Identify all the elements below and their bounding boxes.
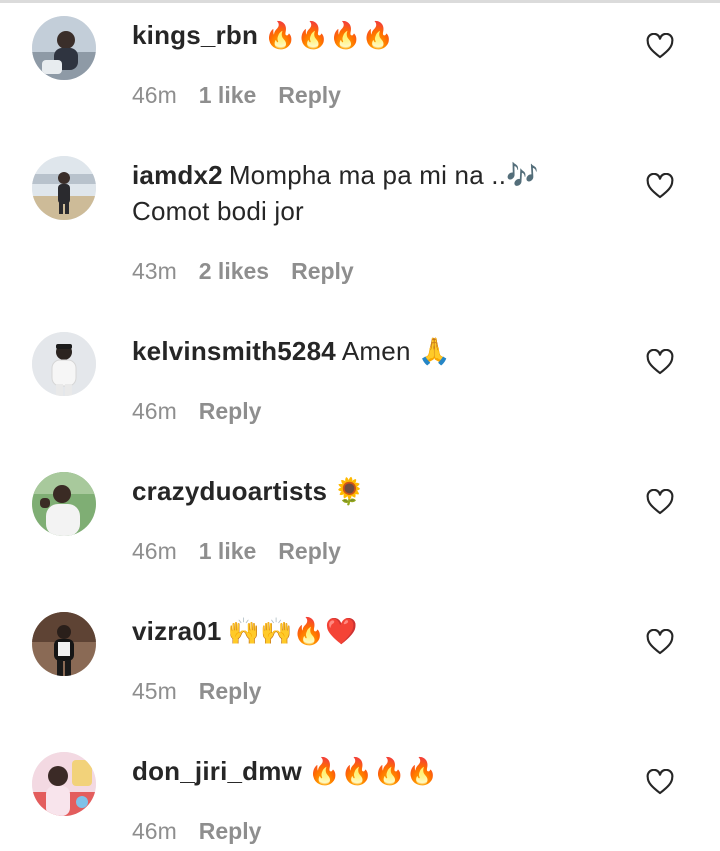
reply-button[interactable]: Reply xyxy=(278,82,341,108)
comment-body: vizra01 🙌🙌🔥❤️ xyxy=(132,613,582,650)
heart-outline-icon[interactable] xyxy=(646,628,674,655)
comment-body: iamdx2 Mompha ma pa mi na ..🎶 Comot bodi … xyxy=(132,157,582,229)
comment-time: 43m xyxy=(132,258,177,284)
comment-username[interactable]: kelvinsmith5284 xyxy=(132,336,336,366)
comment-username[interactable]: kings_rbn xyxy=(132,20,258,50)
heart-outline-icon[interactable] xyxy=(646,172,674,199)
comment-text: 🙌🙌🔥❤️ xyxy=(227,617,358,647)
avatar[interactable] xyxy=(32,752,96,816)
comment-username[interactable]: iamdx2 xyxy=(132,160,223,190)
comment-username[interactable]: vizra01 xyxy=(132,616,222,646)
avatar[interactable] xyxy=(32,156,96,220)
heart-outline-icon[interactable] xyxy=(646,32,674,59)
comment-time: 46m xyxy=(132,538,177,564)
reply-button[interactable]: Reply xyxy=(291,258,354,284)
comment-username[interactable]: crazyduoartists xyxy=(132,476,327,506)
comment-likes[interactable]: 1 like xyxy=(199,538,257,564)
comment-text: Amen 🙏 xyxy=(341,336,451,366)
reply-button[interactable]: Reply xyxy=(199,678,262,704)
reply-button[interactable]: Reply xyxy=(199,398,262,424)
reply-button[interactable]: Reply xyxy=(199,818,262,844)
comment-text-line2: Comot bodi jor xyxy=(132,196,304,226)
comment-username[interactable]: don_jiri_dmw xyxy=(132,756,302,786)
heart-outline-icon[interactable] xyxy=(646,488,674,515)
heart-outline-icon[interactable] xyxy=(646,768,674,795)
comment-body: don_jiri_dmw 🔥🔥🔥🔥 xyxy=(132,753,582,790)
comment-body: kings_rbn 🔥🔥🔥🔥 xyxy=(132,17,582,54)
comment-time: 45m xyxy=(132,678,177,704)
avatar[interactable] xyxy=(32,16,96,80)
avatar[interactable] xyxy=(32,332,96,396)
comment-meta: 46m Reply xyxy=(132,816,283,846)
comment-meta: 46m Reply xyxy=(132,396,283,426)
reply-button[interactable]: Reply xyxy=(278,538,341,564)
comment-text: 🔥🔥🔥🔥 xyxy=(307,757,439,787)
comment-text: 🔥🔥🔥🔥 xyxy=(264,21,395,51)
comment-likes[interactable]: 2 likes xyxy=(199,258,269,284)
avatar[interactable] xyxy=(32,472,96,536)
comment-time: 46m xyxy=(132,82,177,108)
comment-text: Mompha ma pa mi na ..🎶 xyxy=(228,160,539,190)
comment-time: 46m xyxy=(132,818,177,844)
comment-likes[interactable]: 1 like xyxy=(199,82,257,108)
top-divider xyxy=(0,0,720,3)
comment-meta: 46m 1 like Reply xyxy=(132,80,363,110)
comment-meta: 45m Reply xyxy=(132,676,283,706)
comment-time: 46m xyxy=(132,398,177,424)
comment-meta: 46m 1 like Reply xyxy=(132,536,363,566)
comment-body: kelvinsmith5284 Amen 🙏 xyxy=(132,333,582,369)
comment-meta: 43m 2 likes Reply xyxy=(132,256,376,286)
heart-outline-icon[interactable] xyxy=(646,348,674,375)
comment-text: 🌻 xyxy=(333,477,366,507)
avatar[interactable] xyxy=(32,612,96,676)
comment-body: crazyduoartists 🌻 xyxy=(132,473,582,510)
